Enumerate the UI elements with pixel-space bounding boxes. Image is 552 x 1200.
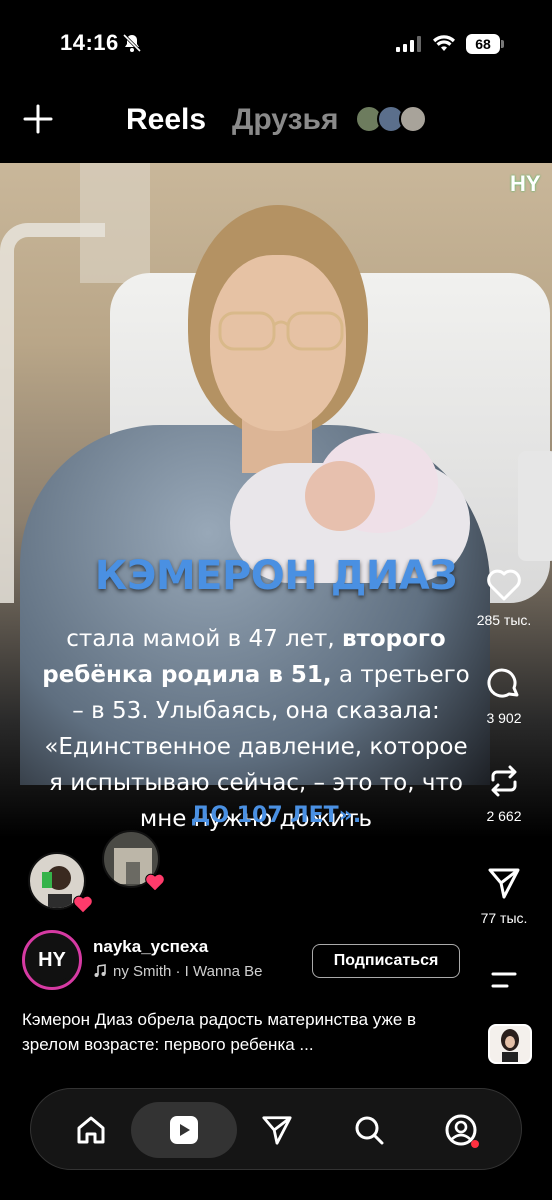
caption-part-1: стала мамой в 47 лет, <box>66 626 342 652</box>
music-info[interactable]: ny Smith · I Wanna Be <box>93 963 263 980</box>
status-bar: 14:16 68 <box>0 0 552 90</box>
glasses <box>218 311 344 351</box>
like-count: 285 тыс. <box>476 612 532 628</box>
like-action[interactable]: 285 тыс. <box>456 568 552 628</box>
bed-remote <box>518 451 552 561</box>
comment-icon[interactable] <box>487 666 521 700</box>
bell-slash-icon <box>122 33 142 53</box>
more-action[interactable] <box>456 970 552 990</box>
nav-reels[interactable] <box>131 1102 237 1158</box>
direct-icon <box>262 1116 292 1145</box>
tab-friends[interactable]: Друзья <box>232 103 338 137</box>
audio-cover-image <box>490 1026 530 1062</box>
repost-action[interactable]: 2 662 <box>456 764 552 824</box>
tab-reels[interactable]: Reels <box>126 103 206 137</box>
baby-face <box>305 461 375 531</box>
heart-icon[interactable] <box>486 568 522 602</box>
wifi-icon <box>433 35 455 51</box>
heart-badge-icon <box>145 873 165 892</box>
music-note-icon <box>94 964 106 977</box>
search-icon <box>355 1116 384 1145</box>
battery-level: 68 <box>466 34 500 54</box>
more-icon[interactable] <box>489 970 519 990</box>
reels-icon <box>170 1116 198 1144</box>
audio-thumbnail[interactable] <box>488 1024 532 1064</box>
channel-logo: HY <box>510 171 541 196</box>
repost-icon[interactable] <box>487 764 521 798</box>
nav-profile[interactable] <box>433 1102 489 1158</box>
nav-home[interactable] <box>63 1102 119 1158</box>
author-avatar-logo: HY <box>29 937 75 983</box>
bottom-navigation <box>30 1088 522 1170</box>
reels-header: Reels Друзья <box>0 95 552 147</box>
music-title: ny Smith · I Wanna Be <box>113 963 263 980</box>
send-icon[interactable] <box>487 866 521 900</box>
post-description[interactable]: Кэмерон Диаз обрела радость материнства … <box>22 1007 452 1057</box>
friend-avatar <box>399 105 427 133</box>
share-count: 77 тыс. <box>480 910 528 926</box>
comment-action[interactable]: 3 902 <box>456 666 552 726</box>
home-icon <box>77 1116 105 1144</box>
notification-dot <box>471 1140 479 1148</box>
battery-tip <box>501 40 504 48</box>
battery-indicator: 68 <box>466 34 504 54</box>
author-username[interactable]: nayka_ycпexa <box>93 937 208 957</box>
nav-direct[interactable] <box>249 1102 305 1158</box>
follow-button[interactable]: Подписаться <box>312 944 460 978</box>
status-time: 14:16 <box>60 30 119 55</box>
comment-count: 3 902 <box>486 710 522 726</box>
author-avatar[interactable]: HY <box>22 930 82 990</box>
repost-count: 2 662 <box>486 808 522 824</box>
signal-icon <box>396 36 421 52</box>
share-action[interactable]: 77 тыс. <box>456 866 552 926</box>
nav-search[interactable] <box>341 1102 397 1158</box>
plus-icon[interactable] <box>22 103 54 135</box>
friend-avatars[interactable] <box>355 105 435 135</box>
heart-badge-icon <box>73 895 93 914</box>
